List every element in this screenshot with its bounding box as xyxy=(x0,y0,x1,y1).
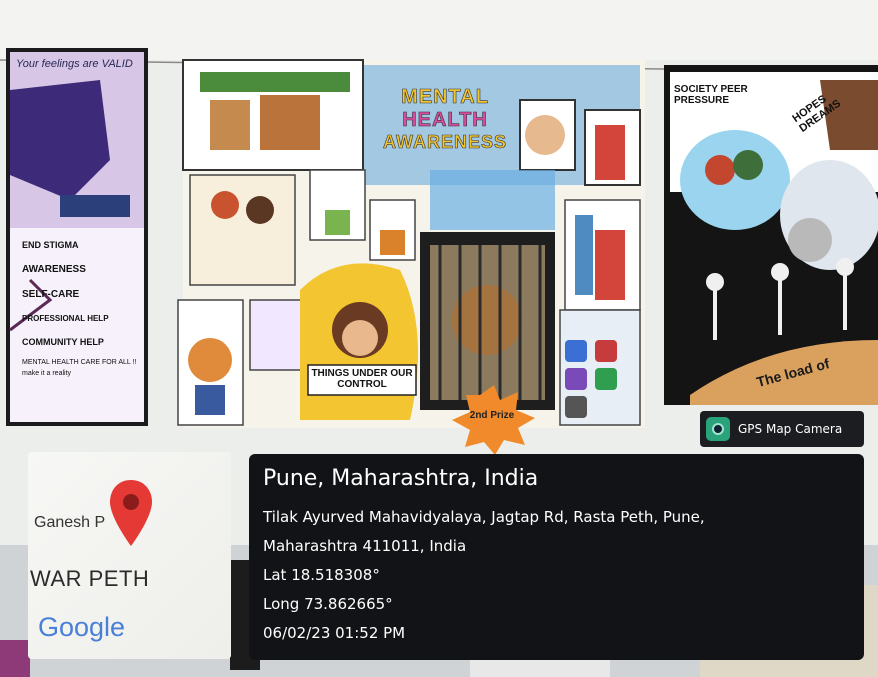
list-item: MENTAL HEALTH CARE FOR ALL !! xyxy=(22,359,137,366)
list-item: make it a reality xyxy=(22,370,72,377)
list-item: END STIGMA xyxy=(22,240,79,250)
gps-badge-label: GPS Map Camera xyxy=(738,422,843,436)
location-info-panel: Pune, Maharashtra, India Tilak Ayurved M… xyxy=(249,454,864,660)
title-line: AWARENESS xyxy=(382,132,508,153)
right-poster-top-left: SOCIETY PEER PRESSURE xyxy=(674,84,748,106)
left-poster-header: Your feelings are VALID xyxy=(16,58,133,70)
location-datetime: 06/02/23 01:52 PM xyxy=(263,624,406,642)
map-street-label: Ganesh P xyxy=(34,514,106,531)
gps-map-camera-badge: GPS Map Camera xyxy=(700,411,864,447)
location-city: Pune, Maharashtra, India xyxy=(263,466,539,491)
center-poster-caption: THINGS UNDER OUR CONTROL xyxy=(311,368,413,390)
left-poster-list: END STIGMA AWARENESS SELF-CARE PROFESSIO… xyxy=(22,235,142,379)
map-thumbnail: Ganesh P WAR PETH Google xyxy=(28,452,231,659)
list-item: PROFESSIONAL HELP xyxy=(22,314,109,323)
map-area-label: WAR PETH xyxy=(30,566,150,591)
title-line: MENTAL xyxy=(401,86,489,109)
center-poster-title: MENTAL HEALTH AWARENESS xyxy=(370,86,520,153)
prize-label: 2nd Prize xyxy=(469,410,515,421)
google-logo: Google xyxy=(38,612,126,642)
list-item: COMMUNITY HELP xyxy=(22,337,104,347)
location-address-line1: Tilak Ayurved Mahavidyalaya, Jagtap Rd, … xyxy=(263,508,705,526)
location-address-line2: Maharashtra 411011, India xyxy=(263,537,467,555)
list-item: SELF-CARE xyxy=(22,289,80,300)
list-item: AWARENESS xyxy=(22,264,86,275)
location-longitude: Long 73.862665° xyxy=(263,595,393,613)
camera-app-icon xyxy=(706,417,730,441)
location-latitude: Lat 18.518308° xyxy=(263,566,380,584)
map-pin-icon xyxy=(110,480,152,546)
title-line: HEALTH xyxy=(402,109,488,132)
